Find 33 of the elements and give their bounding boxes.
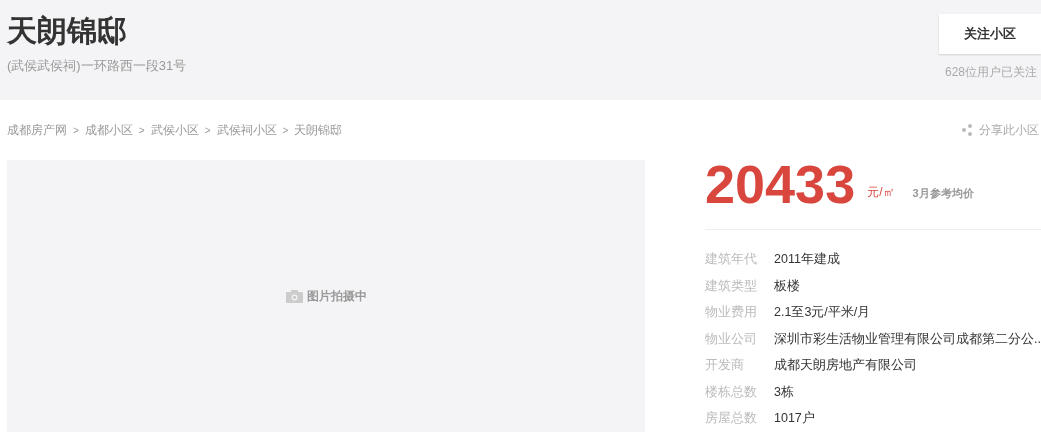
detail-label: 开发商 [705,357,745,374]
price-unit: 元/㎡ [867,184,895,201]
share-icon [961,124,973,136]
photo-caption: 图片拍摄中 [306,288,367,305]
detail-value: 2011年建成 [774,251,840,268]
breadcrumb-link[interactable]: 天朗锦邸 [294,121,343,139]
community-title: 天朗锦邸 [7,13,128,49]
detail-value: 1017户 [774,410,815,427]
follow-button[interactable]: 关注小区 [939,14,1041,54]
price-note: 3月参考均价 [912,185,974,201]
breadcrumb-separator: > [138,123,145,138]
detail-label: 房屋总数 [705,410,758,427]
camera-icon [285,289,303,303]
breadcrumb-link[interactable]: 成都房产网 [7,121,67,139]
share-link[interactable]: 分享此小区 [961,121,1039,139]
detail-value: 板楼 [774,277,800,295]
detail-value: 2.1至3元/平米/月 [774,304,871,321]
detail-value: 深圳市彩生活物业管理有限公司成都第二分公.. [774,330,1041,348]
breadcrumb-link[interactable]: 武侯小区 [150,121,199,139]
detail-value: 3栋 [774,383,794,401]
detail-label: 物业费用 [705,304,758,321]
breadcrumb-link[interactable]: 成都小区 [84,121,133,139]
detail-label: 物业公司 [705,330,758,348]
breadcrumb-separator: > [204,123,211,138]
detail-label: 建筑类型 [705,277,758,295]
detail-label: 楼栋总数 [705,383,758,401]
follower-count: 628位用户已关注 [944,64,1038,81]
detail-value: 成都天朗房地产有限公司 [774,357,917,374]
breadcrumb-separator: > [282,123,289,138]
detail-label: 建筑年代 [705,251,758,268]
price-value: 20433 [705,157,856,211]
breadcrumb-link[interactable]: 武侯祠小区 [216,121,277,139]
breadcrumb-separator: > [73,123,79,138]
